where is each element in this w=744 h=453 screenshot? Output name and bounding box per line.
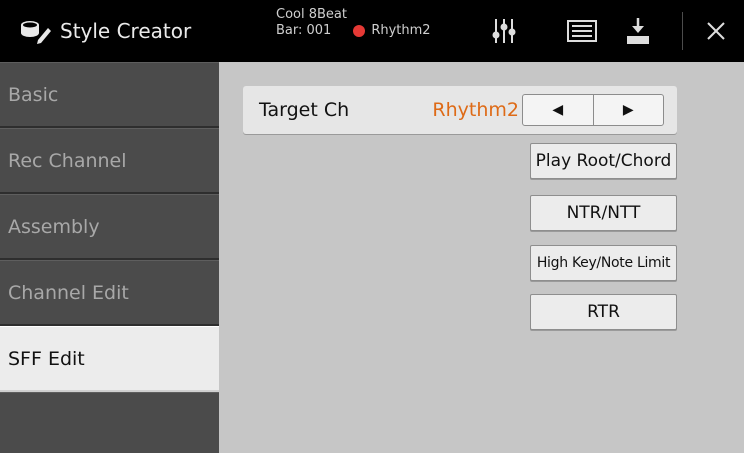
sidebar-item-label: Assembly	[8, 215, 100, 238]
list-icon[interactable]	[562, 14, 602, 48]
style-creator-logo-icon	[21, 21, 51, 44]
record-indicator-icon	[353, 25, 366, 37]
save-icon[interactable]	[618, 14, 658, 48]
sidebar-item-label: SFF Edit	[8, 347, 85, 370]
bar-counter: Bar: 001	[276, 23, 332, 38]
target-channel-label: Target Ch	[259, 99, 350, 121]
sidebar-item-sff-edit[interactable]: SFF Edit	[0, 326, 219, 392]
sidebar-item-rec-channel[interactable]: Rec Channel	[0, 128, 219, 194]
rtr-button[interactable]: RTR	[530, 294, 677, 330]
song-name: Cool 8Beat	[276, 7, 347, 22]
app-title[interactable]: Style Creator	[0, 0, 219, 62]
sidebar-item-basic[interactable]: Basic	[0, 62, 219, 128]
sidebar-item-label: Rec Channel	[8, 149, 127, 172]
sidebar-item-channel-edit[interactable]: Channel Edit	[0, 260, 219, 326]
sidebar-item-label: Basic	[8, 83, 59, 106]
toolbar-divider	[682, 12, 683, 50]
sidebar-empty-slot	[0, 392, 219, 453]
sidebar: Basic Rec Channel Assembly Channel Edit …	[0, 62, 219, 453]
song-info: Cool 8Beat Bar: 001 Rhythm2	[276, 7, 431, 39]
mixer-icon[interactable]	[484, 14, 524, 48]
sidebar-item-assembly[interactable]: Assembly	[0, 194, 219, 260]
right-arrow-icon: ▶	[622, 102, 634, 118]
ntr-ntt-button[interactable]: NTR/NTT	[530, 195, 677, 231]
target-channel-panel: Target Ch Rhythm2 ◀ ▶	[243, 86, 677, 134]
prev-channel-button[interactable]: ◀	[523, 95, 593, 125]
play-root-chord-button[interactable]: Play Root/Chord	[530, 143, 677, 179]
channel-selector: ◀ ▶	[522, 94, 664, 126]
next-channel-button[interactable]: ▶	[592, 95, 664, 125]
high-key-note-limit-label: High Key/Note Limit	[536, 255, 671, 271]
left-arrow-icon: ◀	[552, 102, 564, 118]
record-channel: Rhythm2	[371, 23, 431, 38]
rtr-label: RTR	[587, 302, 620, 322]
ntr-ntt-label: NTR/NTT	[566, 203, 641, 223]
high-key-note-limit-button[interactable]: High Key/Note Limit	[530, 245, 677, 281]
close-icon[interactable]	[696, 14, 736, 48]
top-bar: Style Creator Cool 8Beat Bar: 001 Rhythm…	[0, 0, 744, 62]
app-title-text: Style Creator	[60, 19, 192, 43]
sidebar-item-label: Channel Edit	[8, 281, 129, 304]
play-root-chord-label: Play Root/Chord	[535, 151, 672, 171]
target-channel-value[interactable]: Rhythm2	[432, 86, 519, 134]
